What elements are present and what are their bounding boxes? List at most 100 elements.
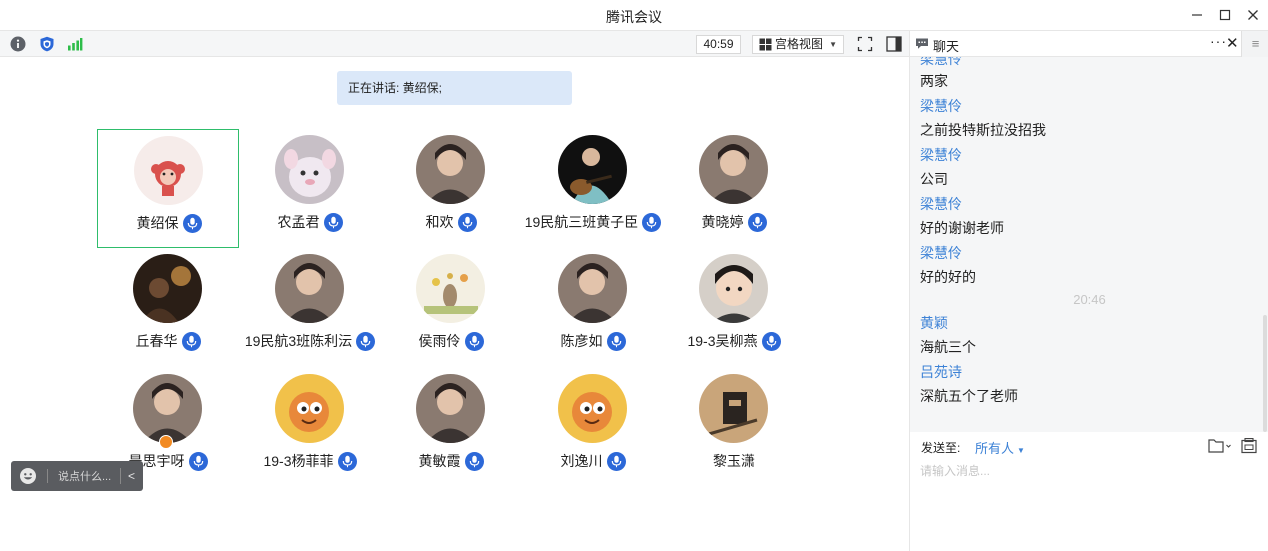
microphone-badge[interactable] xyxy=(747,212,767,232)
participant-avatar xyxy=(699,254,768,323)
microphone-icon xyxy=(462,216,472,228)
file-icon[interactable] xyxy=(1208,438,1232,454)
message-text: 两家 xyxy=(920,73,948,89)
quick-comment-bar[interactable]: 说点什么... < xyxy=(11,461,143,491)
minimize-button[interactable] xyxy=(1185,4,1209,26)
participant-tile[interactable]: 农孟君 xyxy=(239,129,381,248)
microphone-icon xyxy=(752,216,762,228)
view-mode-dropdown[interactable]: 宫格视图 ▼ xyxy=(752,35,844,54)
participant-avatar xyxy=(416,135,485,204)
microphone-badge[interactable] xyxy=(182,213,202,233)
participant-tile[interactable]: 黄晓婷 xyxy=(663,129,805,248)
participant-tile[interactable]: 19民航3班陈利沄 xyxy=(239,248,381,367)
participant-tile[interactable]: 刘逸川 xyxy=(522,368,664,487)
participant-tile[interactable]: 黄绍保 xyxy=(97,129,239,248)
participant-tile[interactable]: 和欢 xyxy=(380,129,522,248)
participant-name-row: 丘春华 xyxy=(97,331,239,351)
divider xyxy=(119,468,121,484)
maximize-icon xyxy=(1219,9,1231,21)
chat-message-list[interactable]: 梁慧伶 两家 梁慧伶 之前投特斯拉没招我 梁慧伶 公司 梁慧伶 好的谢谢老师 梁慧伶 好的好的 20… xyxy=(909,57,1268,432)
title-bar: 腾讯会议 xyxy=(0,0,1268,30)
participant-tile[interactable]: 黎玉潇 xyxy=(663,368,805,487)
message-sender: 黄颖 xyxy=(920,315,948,331)
host-badge-icon xyxy=(159,435,173,449)
send-target-value: 所有人 xyxy=(975,441,1015,456)
signal-icon[interactable] xyxy=(67,36,83,52)
microphone-badge[interactable] xyxy=(337,451,357,471)
emoji-icon[interactable] xyxy=(19,467,37,485)
minimize-icon xyxy=(1192,14,1202,16)
chat-panel-header: 聊天 ··· ✕ ≡ xyxy=(909,30,1268,57)
microphone-icon xyxy=(360,335,371,347)
participant-name: 农孟君 xyxy=(277,214,320,230)
message-sender: 梁慧伶 xyxy=(920,245,962,261)
participant-tile[interactable]: 陈彦如 xyxy=(522,248,664,367)
participant-tile[interactable]: 19民航三班黄子臣 xyxy=(522,129,664,248)
participant-avatar xyxy=(275,374,344,443)
microphone-badge[interactable] xyxy=(464,451,484,471)
shield-icon[interactable] xyxy=(39,36,55,52)
participant-avatar xyxy=(558,135,627,204)
microphone-icon xyxy=(766,335,776,347)
view-mode-label: 宫格视图 xyxy=(775,37,824,51)
participant-avatar xyxy=(134,136,203,205)
close-window-button[interactable] xyxy=(1241,4,1265,26)
participant-name-row: 19-3杨菲菲 xyxy=(239,451,381,471)
microphone-badge[interactable] xyxy=(356,331,376,351)
participant-name-row: 黄绍保 xyxy=(98,213,240,233)
microphone-icon xyxy=(186,335,196,347)
window-title: 腾讯会议 xyxy=(606,9,662,25)
chat-bubble-icon xyxy=(916,38,928,49)
microphone-icon xyxy=(328,216,338,228)
record-icon[interactable] xyxy=(1241,438,1257,454)
microphone-badge[interactable] xyxy=(761,331,781,351)
microphone-badge[interactable] xyxy=(464,331,484,351)
microphone-icon xyxy=(611,335,621,347)
participant-name: 19-3杨菲菲 xyxy=(263,453,334,469)
quick-comment-placeholder[interactable]: 说点什么... xyxy=(58,468,111,484)
chevron-down-icon: ▼ xyxy=(1017,446,1025,455)
message-input[interactable]: 请输入消息... xyxy=(920,462,990,479)
meeting-app: 腾讯会议 40:59 宫格视图 ▼ 聊天 ··· ✕ ≡ 正在讲话: 黄绍保; … xyxy=(0,0,1268,551)
chevron-down-icon: ▼ xyxy=(829,40,837,49)
speaking-indicator: 正在讲话: 黄绍保; xyxy=(337,71,572,105)
message-sender: 梁慧伶 xyxy=(920,147,962,163)
collapse-arrow-icon[interactable]: < xyxy=(128,469,135,483)
microphone-badge[interactable] xyxy=(642,212,662,232)
participant-tile[interactable]: 侯雨伶 xyxy=(380,248,522,367)
participant-name-row: 19民航3班陈利沄 xyxy=(239,331,381,351)
participant-tile[interactable]: 19-3吴柳燕 xyxy=(663,248,805,367)
side-panel-icon[interactable] xyxy=(886,36,902,52)
participant-name: 陈彦如 xyxy=(560,333,603,349)
participant-avatar xyxy=(275,135,344,204)
participant-tile[interactable]: 黄敏霞 xyxy=(380,368,522,487)
microphone-icon xyxy=(342,455,352,467)
participant-tile[interactable]: 19-3杨菲菲 xyxy=(239,368,381,487)
message-sender: 梁慧伶 xyxy=(920,98,962,114)
fullscreen-icon[interactable] xyxy=(857,36,873,52)
meeting-timer: 40:59 xyxy=(696,35,741,54)
close-chat-button[interactable]: ✕ xyxy=(1226,34,1239,52)
participant-name-row: 19-3吴柳燕 xyxy=(663,331,805,351)
microphone-badge[interactable] xyxy=(188,451,208,471)
microphone-icon xyxy=(469,335,479,347)
microphone-icon xyxy=(646,216,657,228)
chat-menu-button[interactable]: ≡ xyxy=(1241,31,1268,57)
participant-avatar xyxy=(275,254,344,323)
more-options-icon[interactable]: ··· xyxy=(1210,33,1227,49)
microphone-badge[interactable] xyxy=(606,331,626,351)
send-to-label: 发送至: xyxy=(921,441,961,455)
participant-avatar xyxy=(558,254,627,323)
microphone-icon xyxy=(187,217,197,229)
send-target-dropdown[interactable]: 所有人 ▼ xyxy=(975,438,1025,457)
microphone-badge[interactable] xyxy=(323,212,343,232)
info-icon[interactable] xyxy=(10,36,26,52)
microphone-badge[interactable] xyxy=(606,451,626,471)
maximize-button[interactable] xyxy=(1213,4,1237,26)
participant-tile[interactable]: 丘春华 xyxy=(97,248,239,367)
chat-scrollbar[interactable] xyxy=(1263,315,1267,432)
participant-name: 侯雨伶 xyxy=(418,333,461,349)
microphone-badge[interactable] xyxy=(181,331,201,351)
microphone-badge[interactable] xyxy=(457,212,477,232)
participant-name: 黎玉潇 xyxy=(713,453,755,469)
